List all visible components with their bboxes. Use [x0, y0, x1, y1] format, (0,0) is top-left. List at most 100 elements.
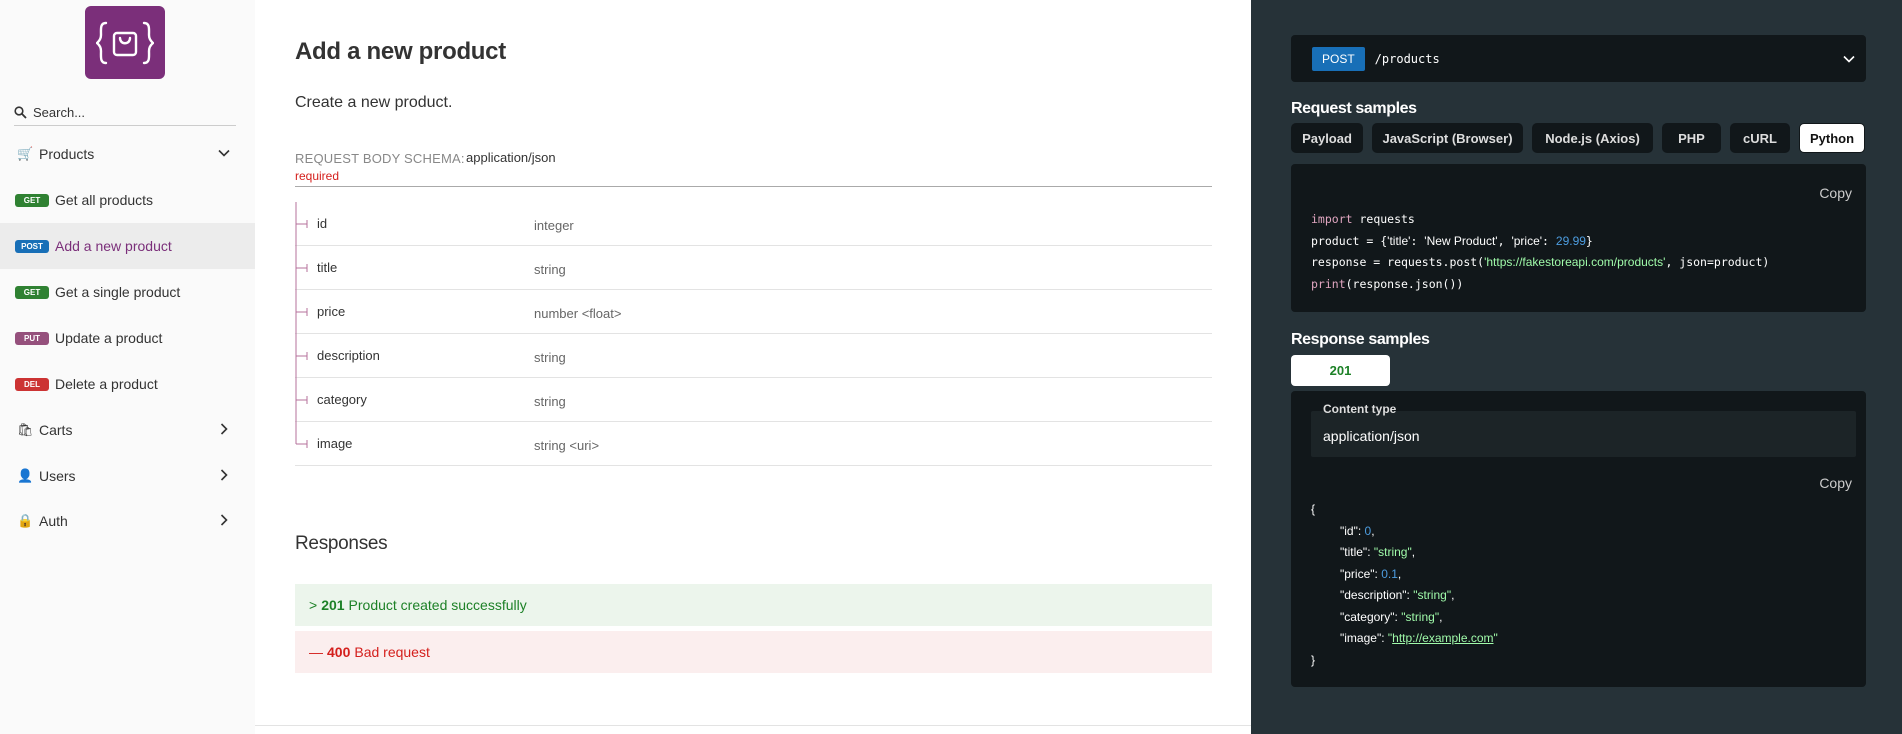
- sidebar-group-users[interactable]: 👤 Users: [0, 454, 255, 498]
- sidebar-item-get-single-product[interactable]: GET Get a single product: [0, 269, 255, 315]
- code-line: import requests: [1311, 212, 1415, 226]
- json-line: "title": "string",: [1340, 545, 1416, 559]
- collapse-dash-icon: —: [309, 644, 323, 660]
- property-name: price: [317, 304, 346, 319]
- tab-javascript-browser[interactable]: JavaScript (Browser): [1372, 123, 1523, 153]
- schema-property-title: title string: [295, 246, 1212, 290]
- property-type: string: [534, 394, 566, 409]
- sidebar-group-carts[interactable]: 🛍 Carts: [0, 408, 255, 452]
- lock-icon: 🔒: [17, 513, 34, 528]
- search-input[interactable]: [33, 105, 228, 120]
- shopping-bags-icon: 🛍: [17, 422, 34, 437]
- endpoint-path: /products: [1374, 51, 1440, 66]
- property-type: integer: [534, 218, 574, 233]
- tab-python[interactable]: Python: [1799, 123, 1865, 153]
- schema-property-category: category string: [295, 378, 1212, 422]
- sidebar-group-label: Auth: [39, 513, 68, 529]
- sidebar-group-label: Products: [39, 146, 95, 162]
- method-badge: POST: [15, 239, 49, 253]
- property-name: category: [317, 392, 367, 407]
- tab-php[interactable]: PHP: [1662, 123, 1721, 153]
- page-title: Add a new product: [295, 38, 506, 65]
- json-line: "image": "http://example.com": [1340, 631, 1498, 645]
- tree-connector: [295, 378, 308, 422]
- property-type: string: [534, 350, 566, 365]
- tab-nodejs-axios[interactable]: Node.js (Axios): [1532, 123, 1653, 153]
- tab-status-201[interactable]: 201: [1291, 355, 1390, 386]
- response-400-row[interactable]: — 400 Bad request: [295, 631, 1212, 673]
- copy-button[interactable]: Copy: [1819, 475, 1852, 491]
- chevron-down-icon: [218, 149, 230, 157]
- property-name: id: [317, 216, 328, 231]
- property-name: title: [317, 260, 338, 275]
- json-line: }: [1311, 652, 1316, 667]
- chevron-right-icon: [220, 423, 228, 435]
- json-line: "id": 0,: [1340, 523, 1375, 538]
- content-type-value: application/json: [1323, 428, 1420, 444]
- code-block: import requests product = {'title': 'New …: [1311, 209, 1769, 295]
- method-badge: PUT: [15, 331, 49, 345]
- section-divider: [255, 725, 1251, 726]
- sidebar-group-products[interactable]: 🛒 Products: [0, 132, 255, 176]
- method-badge: GET: [15, 193, 49, 207]
- code-line: product = {'title': 'New Product', 'pric…: [1311, 233, 1593, 248]
- sidebar-group-auth[interactable]: 🔒 Auth: [0, 499, 255, 543]
- content-type-label: Content type: [1323, 402, 1397, 416]
- sidebar-item-get-all-products[interactable]: GET Get all products: [0, 177, 255, 223]
- json-line: "price": 0.1,: [1340, 566, 1402, 581]
- sidebar-item-label: Update a product: [55, 330, 163, 346]
- sidebar-group-label: Users: [39, 468, 76, 484]
- response-code: 400: [327, 644, 351, 660]
- chevron-right-icon: [220, 514, 228, 526]
- sidebar-item-update-product[interactable]: PUT Update a product: [0, 315, 255, 361]
- search-bar: [14, 100, 236, 126]
- response-201-row[interactable]: > 201 Product created successfully: [295, 584, 1212, 626]
- property-type: string: [534, 262, 566, 277]
- search-icon: [14, 106, 27, 119]
- schema-divider: [295, 186, 1212, 187]
- json-line: {: [1311, 502, 1316, 516]
- request-sample-tabs: Payload JavaScript (Browser) Node.js (Ax…: [1291, 123, 1874, 153]
- endpoint-method-badge: POST: [1312, 46, 1365, 71]
- sidebar-item-delete-product[interactable]: DEL Delete a product: [0, 361, 255, 407]
- json-sample: { "id": 0, "title": "string", "price": 0…: [1311, 499, 1498, 671]
- tree-connector: [295, 202, 308, 246]
- user-icon: 👤: [17, 468, 34, 483]
- response-description: Product created successfully: [348, 597, 527, 613]
- example-url-link[interactable]: http://example.com: [1392, 631, 1493, 645]
- tree-connector: [295, 246, 308, 290]
- method-badge: GET: [15, 285, 49, 299]
- schema-property-description: description string: [295, 334, 1212, 378]
- samples-panel: POST /products Request samples Payload J…: [1251, 0, 1902, 734]
- tree-connector: [295, 290, 308, 334]
- sidebar-group-label: Carts: [39, 422, 73, 438]
- copy-button[interactable]: Copy: [1819, 185, 1852, 201]
- operation-description: Create a new product.: [295, 94, 453, 111]
- required-label: required: [295, 169, 340, 183]
- tab-payload[interactable]: Payload: [1291, 123, 1363, 153]
- response-description: Bad request: [354, 644, 430, 660]
- operation-content: Add a new product Create a new product. …: [255, 0, 1251, 734]
- endpoint-bar[interactable]: POST /products: [1291, 35, 1866, 82]
- method-badge: DEL: [15, 377, 49, 391]
- request-body-schema-label: REQUEST BODY SCHEMA:: [295, 151, 465, 166]
- request-samples-heading: Request samples: [1291, 100, 1417, 117]
- responses-heading: Responses: [295, 533, 388, 554]
- tree-connector: [295, 334, 308, 378]
- schema-property-id: id integer: [295, 202, 1212, 246]
- sidebar-item-add-new-product[interactable]: POST Add a new product: [0, 223, 255, 269]
- json-line: "description": "string",: [1340, 588, 1455, 602]
- property-name: description: [317, 348, 380, 363]
- json-line: "category": "string",: [1340, 609, 1443, 624]
- code-line: print(response.json()): [1311, 276, 1464, 291]
- schema-property-image: image string <uri>: [295, 422, 1212, 466]
- property-type: number <float>: [534, 306, 622, 321]
- chevron-right-icon: [220, 469, 228, 481]
- response-code: 201: [321, 597, 345, 613]
- sidebar-item-label: Add a new product: [55, 238, 172, 254]
- response-sample: Content type application/json Copy { "id…: [1291, 391, 1866, 687]
- code-line: response = requests.post('https://fakest…: [1311, 255, 1770, 269]
- shopping-bag-logo-icon[interactable]: [85, 6, 165, 79]
- tree-connector-last: [295, 422, 308, 448]
- tab-curl[interactable]: cURL: [1730, 123, 1790, 153]
